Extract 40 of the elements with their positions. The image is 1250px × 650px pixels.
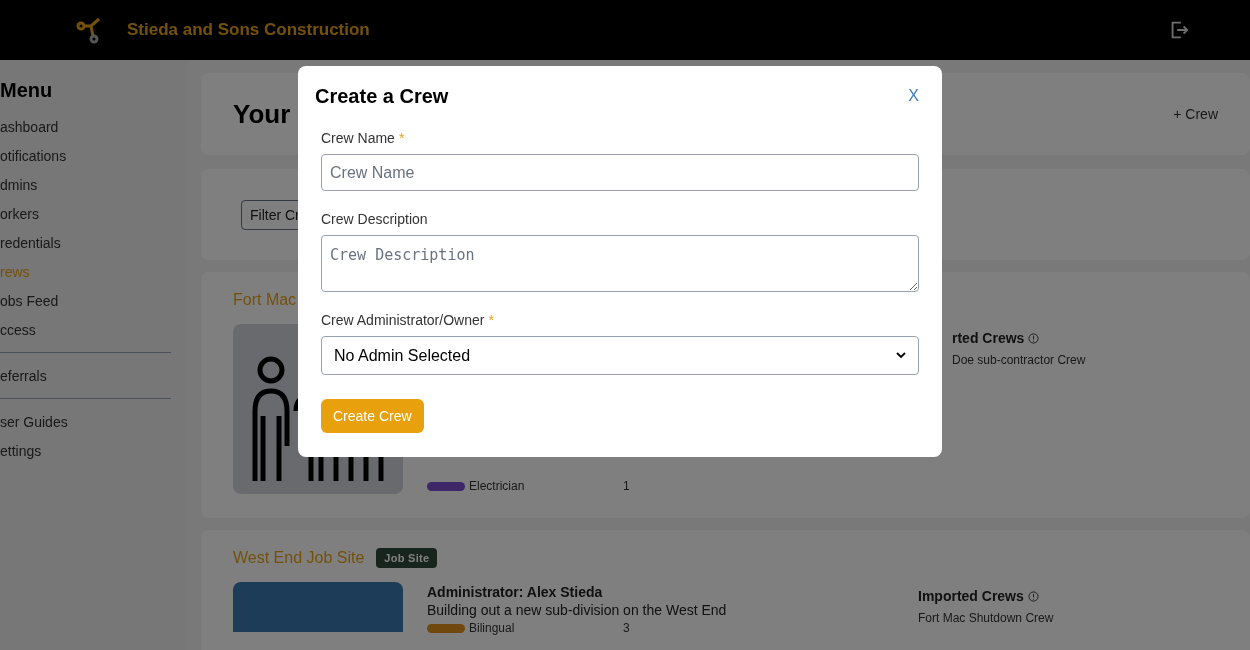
imported-crew[interactable]: Fort Mac Shutdown Crew [918, 610, 1218, 626]
page-title: Your [233, 97, 291, 131]
info-icon [1027, 590, 1039, 602]
create-crew-button[interactable]: Create Crew [321, 399, 424, 433]
info-icon [1028, 332, 1040, 344]
crew-type-label: Job Site [376, 547, 438, 569]
required-asterisk: * [488, 312, 494, 328]
sidebar-item[interactable]: orkers [0, 199, 171, 228]
chevron-down-icon [896, 352, 906, 359]
sidebar-title: Menu [0, 78, 54, 103]
crew-description-field[interactable]: Crew Description [321, 235, 919, 292]
sidebar-item[interactable]: redentials [0, 228, 171, 257]
crew-description: Building out a new sub-division on the West End [427, 602, 728, 618]
imported-crew[interactable]: Doe sub-contractor Crew [952, 352, 1218, 368]
role-name: Electrician [469, 478, 526, 494]
sidebar-item[interactable]: ser Guides [0, 407, 171, 436]
crew-administrator: Administrator: Alex Stieda [427, 583, 604, 602]
sidebar-item[interactable]: ccess [0, 315, 171, 344]
close-button[interactable]: X [908, 84, 919, 108]
role-name: Bilingual [469, 620, 516, 636]
add-crew-button[interactable]: + Crew [1173, 104, 1218, 124]
required-asterisk: * [398, 130, 405, 146]
role-count: 3 [623, 620, 630, 636]
field-label: Crew Name [321, 130, 395, 146]
dialog-title: Create a Crew [315, 84, 449, 109]
sidebar-item[interactable]: obs Feed [0, 286, 171, 315]
sidebar-item[interactable]: otifications [0, 141, 171, 170]
field-label: Crew Description [321, 211, 428, 227]
crew-name-field[interactable]: Crew Name [321, 154, 919, 191]
sidebar-item[interactable]: eferrals [0, 361, 171, 390]
field-label: Crew Administrator/Owner [321, 312, 485, 328]
imported-crews-heading: rted Crews [952, 329, 1025, 348]
admin-select[interactable]: No Admin Selected [321, 336, 919, 375]
imported-crews-heading: Imported Crews [918, 587, 1024, 606]
role-count: 1 [623, 478, 630, 494]
logo-icon [75, 16, 103, 44]
company-name: Stieda and Sons Construction [127, 19, 370, 42]
sidebar-item[interactable]: ashboard [0, 112, 171, 141]
sidebar-item[interactable]: dmins [0, 170, 171, 199]
sidebar-item[interactable]: ettings [0, 436, 171, 465]
